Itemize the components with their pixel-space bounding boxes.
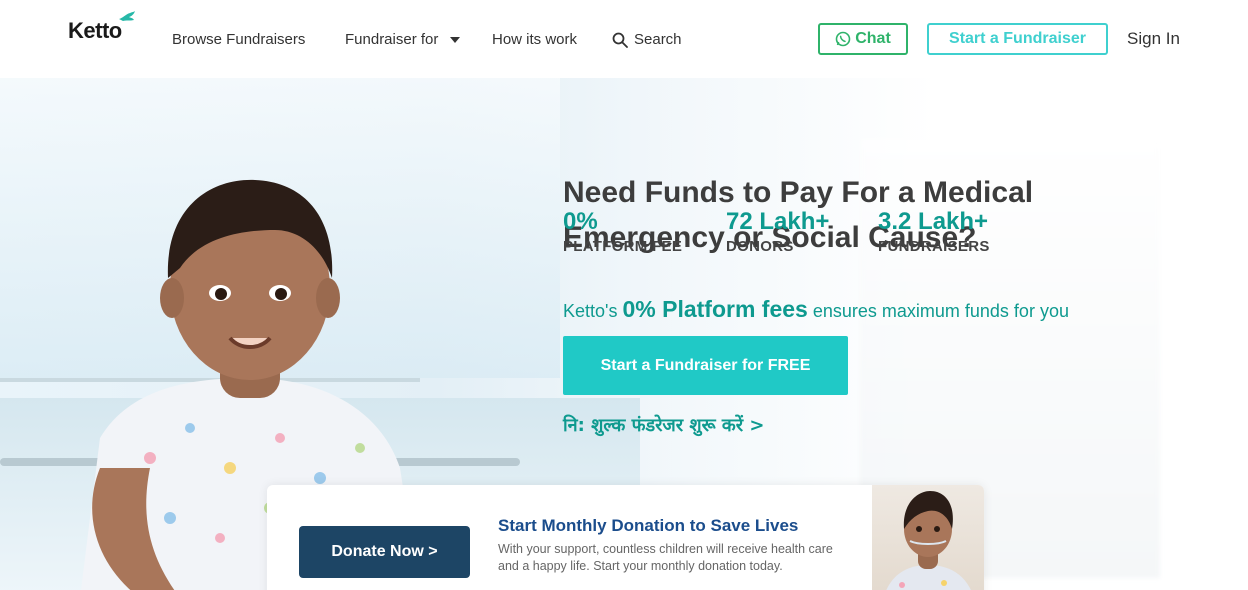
nav-fundraiser-for[interactable]: Fundraiser for — [345, 31, 460, 48]
monthly-donation-text: With your support, countless children wi… — [498, 542, 833, 573]
donate-now-button[interactable]: Donate Now > — [299, 526, 470, 578]
stat-label: FUNDRAISERS — [878, 238, 990, 255]
chat-button[interactable]: Chat — [818, 23, 908, 55]
sign-in-link[interactable]: Sign In — [1127, 29, 1180, 49]
start-fundraiser-header-button[interactable]: Start a Fundraiser — [927, 23, 1108, 55]
platform-fee-tagline: Ketto's 0% Platform fees ensures maximum… — [563, 296, 1069, 323]
tagline-highlight: 0% Platform fees — [622, 296, 808, 322]
nav-search-label: Search — [634, 31, 682, 48]
hindi-start-fundraiser-link[interactable]: नि: शुल्क फंडरेजर शुरू करें > — [563, 413, 764, 437]
stat-fundraisers: 3.2 Lakh+ FUNDRAISERS — [878, 208, 990, 255]
nav-search[interactable]: Search — [612, 31, 682, 48]
start-fundraiser-free-button[interactable]: Start a Fundraiser for FREE — [563, 336, 848, 395]
chat-button-label: Chat — [855, 30, 891, 47]
ketto-logo[interactable]: Ketto — [68, 18, 122, 44]
stat-label: DONORS — [726, 238, 794, 255]
nav-fundraiser-for-label: Fundraiser for — [345, 31, 439, 48]
whatsapp-icon — [835, 31, 851, 47]
stat-value: 72 Lakh+ — [726, 208, 830, 235]
monthly-donation-title: Start Monthly Donation to Save Lives — [498, 516, 799, 535]
stat-value: 0% — [563, 208, 598, 235]
top-navbar: Ketto Browse Fundraisers Fundraiser for … — [0, 0, 1248, 78]
bird-logo-icon — [119, 11, 135, 21]
stat-platform-fee: 0% PLATFORM FEE — [563, 208, 682, 255]
search-icon — [612, 32, 628, 48]
caret-down-icon — [449, 37, 460, 44]
monthly-donation-child-photo — [872, 485, 984, 590]
nav-how-it-works[interactable]: How its work — [492, 31, 577, 48]
child-photo-image — [886, 491, 971, 590]
tagline-suffix: ensures maximum funds for you — [812, 301, 1069, 321]
tagline-prefix: Ketto's — [563, 301, 618, 321]
stat-value: 3.2 Lakh+ — [878, 208, 989, 235]
stat-label: PLATFORM FEE — [563, 238, 683, 255]
stat-donors: 72 Lakh+ DONORS — [726, 208, 829, 255]
monthly-donation-card: Donate Now > Start Monthly Donation to S… — [267, 485, 984, 590]
nav-browse-fundraisers[interactable]: Browse Fundraisers — [172, 31, 305, 48]
